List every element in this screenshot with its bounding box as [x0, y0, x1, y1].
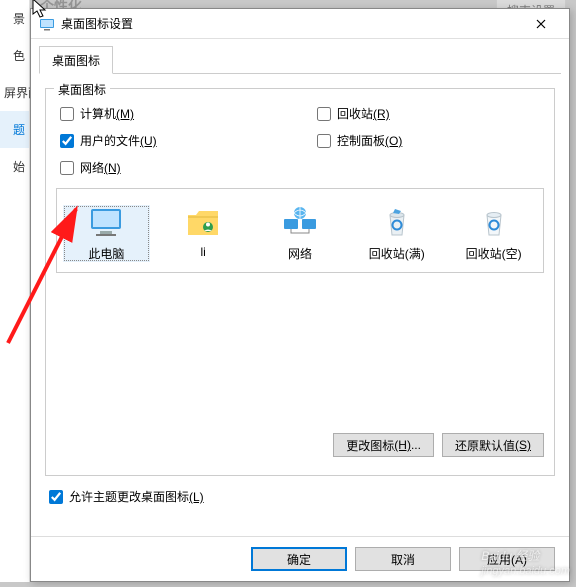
icon-label: 回收站(空) [466, 245, 522, 262]
checkbox-network[interactable]: 网络(N) [60, 159, 287, 176]
dialog-title: 桌面图标设置 [61, 15, 521, 32]
desktop-icons-groupbox: 桌面图标 计算机(M) 回收站(R) 用户的文件(U) 控制面板(O) [45, 88, 555, 476]
system-icon [39, 16, 55, 32]
icon-label: 回收站(满) [369, 245, 425, 262]
titlebar: 桌面图标设置 [31, 9, 569, 39]
hotkey: (L) [189, 490, 204, 504]
network-icon [281, 205, 319, 239]
icon-recycle-full[interactable]: 回收站(满) [353, 205, 440, 262]
checkbox-grid: 计算机(M) 回收站(R) 用户的文件(U) 控制面板(O) 网络(N) [60, 105, 544, 176]
checkbox-input[interactable] [49, 490, 63, 504]
button-label: 更改图标 [346, 437, 394, 454]
icon-label: 此电脑 [88, 245, 124, 262]
icon-network[interactable]: 网络 [257, 205, 344, 262]
bg-item[interactable]: 屏界面 [0, 74, 29, 111]
checkbox-computer[interactable]: 计算机(M) [60, 105, 287, 122]
icon-label: li [201, 245, 206, 259]
tab-desktop-icons[interactable]: 桌面图标 [39, 46, 113, 74]
restore-defaults-button[interactable]: 还原默认值(S) [442, 433, 544, 457]
checkbox-input[interactable] [317, 107, 331, 121]
tab-content: 桌面图标 计算机(M) 回收站(R) 用户的文件(U) 控制面板(O) [31, 74, 569, 536]
hotkey: (N) [104, 161, 121, 175]
hotkey: (U) [140, 134, 157, 148]
hotkey: (S) [515, 438, 531, 452]
icon-recycle-empty[interactable]: 回收站(空) [450, 205, 537, 262]
checkbox-input[interactable] [60, 134, 74, 148]
cancel-button[interactable]: 取消 [355, 547, 451, 571]
checkbox-control-panel[interactable]: 控制面板(O) [317, 132, 544, 149]
tabstrip: 桌面图标 [31, 45, 569, 73]
button-label: 还原默认值 [455, 437, 515, 454]
checkbox-allow-themes[interactable]: 允许主题更改桌面图标(L) [49, 488, 555, 505]
icon-user-folder[interactable]: li [160, 205, 247, 262]
checkbox-label: 控制面板 [337, 134, 385, 148]
checkbox-input[interactable] [60, 107, 74, 121]
icon-action-row: 更改图标(H)... 还原默认值(S) [56, 433, 544, 457]
recycle-full-icon [378, 205, 416, 239]
pc-icon [87, 205, 125, 239]
icon-preview-list: 此电脑 li 网络 回收站(满) 回收站(空) [56, 188, 544, 273]
hotkey: (R) [373, 107, 390, 121]
checkbox-recycle-bin[interactable]: 回收站(R) [317, 105, 544, 122]
ok-button[interactable]: 确定 [251, 547, 347, 571]
checkbox-label: 网络 [80, 161, 104, 175]
checkbox-label: 用户的文件 [80, 134, 140, 148]
hotkey: (H) [394, 438, 411, 452]
checkbox-input[interactable] [317, 134, 331, 148]
background-sidebar: 景 色 屏界面 题 始 [0, 0, 30, 582]
bg-item[interactable]: 题 [0, 111, 29, 148]
change-icon-button[interactable]: 更改图标(H)... [333, 433, 434, 457]
apply-button[interactable]: 应用(A) [459, 547, 555, 571]
icon-this-pc[interactable]: 此电脑 [63, 205, 150, 262]
groupbox-legend: 桌面图标 [54, 81, 110, 98]
bg-item[interactable]: 景 [0, 0, 29, 37]
recycle-empty-icon [475, 205, 513, 239]
checkbox-label: 允许主题更改桌面图标 [69, 490, 189, 504]
checkbox-label: 计算机 [80, 107, 116, 121]
dialog-footer: 确定 取消 应用(A) [31, 536, 569, 581]
checkbox-label: 回收站 [337, 107, 373, 121]
checkbox-input[interactable] [60, 161, 74, 175]
user-folder-icon [184, 205, 222, 239]
close-button[interactable] [521, 10, 561, 38]
desktop-icon-settings-dialog: 桌面图标设置 桌面图标 桌面图标 计算机(M) 回收站(R) 用户的文 [30, 8, 570, 582]
bg-item[interactable]: 色 [0, 37, 29, 74]
spacer [56, 273, 544, 423]
ellipsis: ... [411, 438, 421, 452]
icon-label: 网络 [288, 245, 312, 262]
bg-item[interactable]: 始 [0, 148, 29, 185]
hotkey: (O) [385, 134, 402, 148]
checkbox-user-files[interactable]: 用户的文件(U) [60, 132, 287, 149]
hotkey: (M) [116, 107, 134, 121]
